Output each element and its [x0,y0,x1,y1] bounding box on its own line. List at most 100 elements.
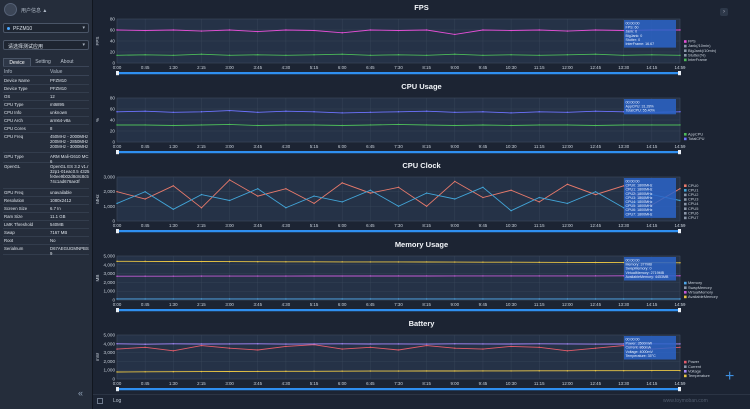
legend-swatch[interactable] [684,360,687,364]
time-range-slider[interactable] [117,309,680,312]
app-select[interactable]: 请选择测试应用 ▾ [3,40,89,50]
log-label[interactable]: Log [113,398,121,404]
legend-swatch[interactable] [684,365,687,368]
y-tick-label: 1,000 [104,289,116,294]
user-info[interactable]: 用户信息 ▲ [4,3,90,17]
data-point [566,30,569,32]
legend-swatch[interactable] [684,137,687,141]
data-point [313,343,315,345]
data-point [116,29,118,31]
data-point [623,298,625,300]
time-range-slider[interactable] [117,388,680,391]
data-point [228,179,231,181]
legend-swatch[interactable] [684,216,687,220]
legend-swatch[interactable] [684,58,687,62]
legend-swatch[interactable] [684,184,687,187]
info-key: Swap [4,230,15,235]
info-row: CPU Info unknown [3,109,89,117]
legend-label[interactable]: InterFrame [688,57,707,62]
info-value: No [50,238,56,243]
info-value: 11.1 GB [50,214,66,219]
info-row: CPU Type mt6895 [3,101,89,109]
data-point [200,260,203,263]
legend-swatch[interactable] [684,202,687,206]
time-range-slider[interactable] [117,151,680,154]
info-value: 12 [50,94,55,99]
legend-swatch[interactable] [684,49,687,52]
legend-swatch[interactable] [684,40,687,43]
legend-swatch[interactable] [684,133,687,136]
x-tick-label: 5:15 [310,144,319,149]
legend-swatch[interactable] [684,44,687,48]
avatar[interactable] [4,3,17,16]
slider-handle-end[interactable] [678,150,681,155]
data-point [228,343,231,345]
time-range-slider[interactable] [117,230,680,233]
legend-swatch[interactable] [684,281,687,285]
data-point [144,343,146,345]
x-tick-label: 0:45 [141,144,150,149]
chart-handle-icon[interactable]: › [720,8,728,16]
info-value: 8 [50,126,53,131]
legend-swatch[interactable] [684,212,687,215]
slider-handle-start[interactable] [116,387,119,392]
legend-swatch[interactable] [684,198,687,201]
slider-handle-start[interactable] [116,308,119,313]
slider-handle-end[interactable] [678,229,681,234]
x-tick-label: 14:15 [646,65,658,70]
data-point [313,111,315,113]
x-tick-label: 7:30 [394,223,403,228]
info-key: Ram Size [4,214,23,219]
x-tick-label: 8:15 [422,65,431,70]
data-point [679,262,681,264]
data-point [313,29,315,32]
legend-swatch[interactable] [684,370,687,373]
y-tick-label: 60 [110,107,116,112]
user-name[interactable]: 用户信息 ▲ [21,7,47,14]
slider-handle-end[interactable] [678,308,681,313]
data-point [425,192,428,194]
slider-handle-start[interactable] [116,71,119,76]
y-tick-label: 1,000 [104,204,116,209]
legend-swatch[interactable] [684,291,687,294]
expand-log-icon[interactable] [97,398,103,404]
data-point [116,298,118,300]
app-select-value: 请选择测试应用 [8,44,44,50]
add-icon[interactable]: + [725,369,734,385]
y-tick-label: 20 [110,129,116,134]
data-point [538,261,540,264]
legend-label[interactable]: CPU7 [688,215,698,220]
x-tick-label: 0:45 [141,65,150,70]
slider-handle-end[interactable] [678,71,681,76]
slider-handle-end[interactable] [678,387,681,392]
x-tick-label: 14:15 [646,144,658,149]
data-point [172,124,174,127]
time-range-slider[interactable] [117,72,680,75]
slider-handle-start[interactable] [116,229,119,234]
data-point [425,54,428,56]
data-point [454,370,456,372]
tab-setting[interactable]: Setting [31,58,55,66]
x-tick-label: 5:15 [310,302,319,307]
collapse-sidebar-icon[interactable]: « [78,388,83,398]
legend-swatch[interactable] [684,295,687,299]
legend-swatch[interactable] [684,189,687,192]
data-point [510,54,512,56]
tab-about[interactable]: About [55,58,79,66]
legend-swatch[interactable] [684,286,687,289]
x-tick-label: 13:30 [618,144,630,149]
legend-label[interactable]: AvailableMemory [688,294,718,299]
legend-swatch[interactable] [684,193,687,197]
device-select[interactable]: PFZM10 ▾ [3,23,89,33]
legend-swatch[interactable] [684,54,687,57]
data-point [172,350,174,352]
data-point [482,370,484,372]
legend-label[interactable]: Temperature [688,373,710,378]
legend-label[interactable]: TotalCPU [688,136,705,141]
legend-swatch[interactable] [684,207,687,210]
legend-swatch[interactable] [684,374,687,378]
tab-device[interactable]: Device [3,58,31,66]
tooltip-text: TotalCPU: 55.40% [626,109,656,113]
slider-handle-start[interactable] [116,150,119,155]
x-tick-label: 10:30 [506,65,518,70]
